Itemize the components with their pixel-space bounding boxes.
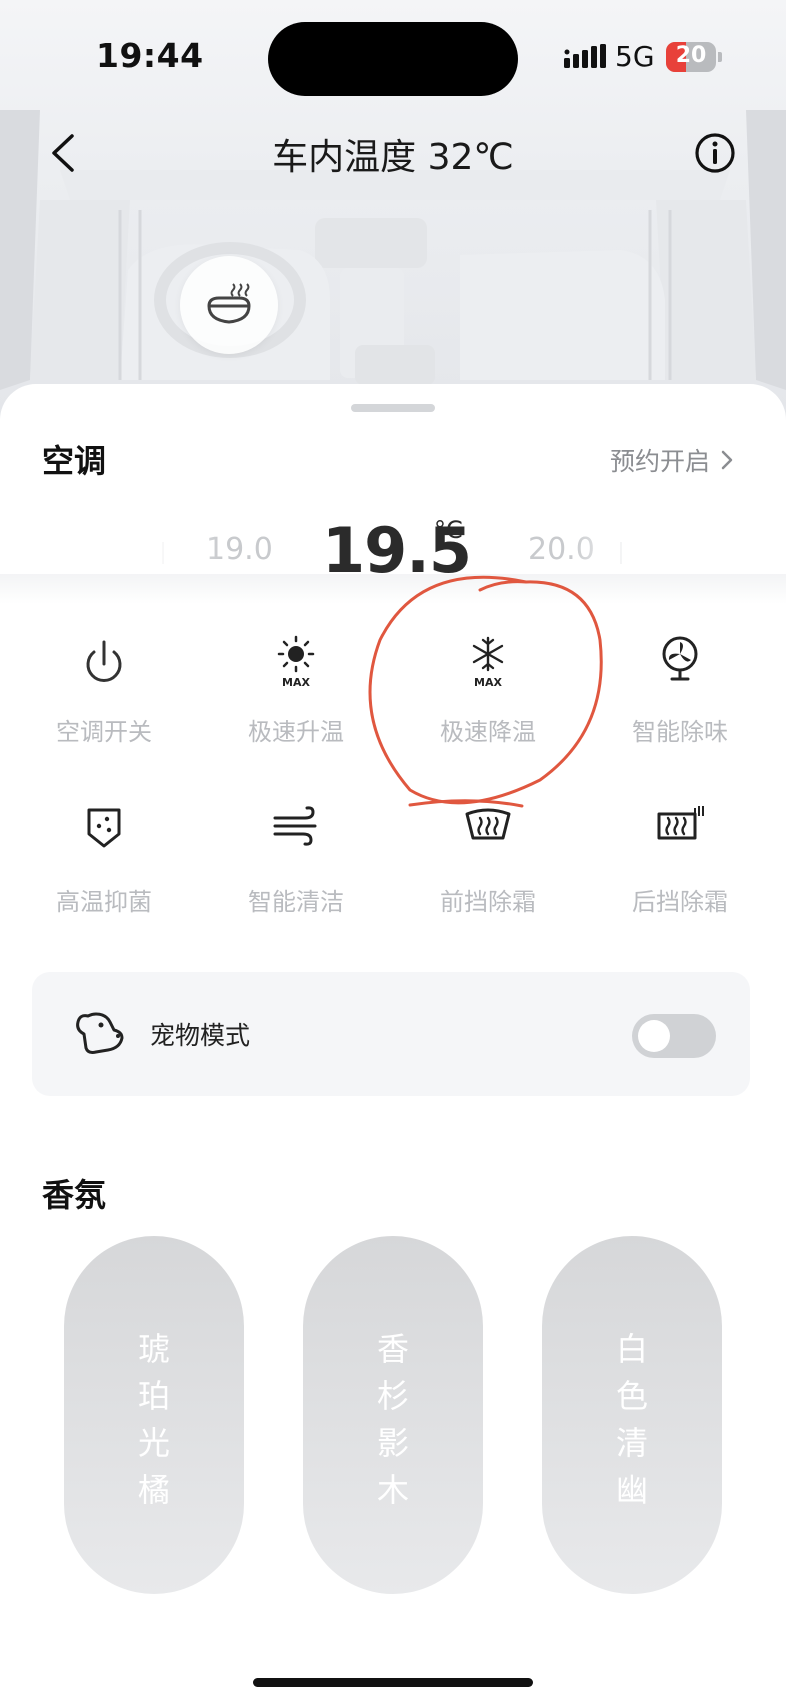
rear-defrost-icon bbox=[657, 806, 704, 840]
svg-text:MAX: MAX bbox=[474, 676, 502, 689]
fragrance-card-2[interactable]: 香杉影木 bbox=[303, 1236, 483, 1594]
fan-icon bbox=[662, 636, 698, 681]
front-defrost-icon bbox=[465, 808, 511, 840]
front-defrost-button[interactable]: 前挡除霜 bbox=[392, 804, 584, 944]
battery-icon: 20 bbox=[666, 42, 716, 72]
climate-section-title: 空调 bbox=[42, 442, 107, 480]
smart-clean-button[interactable]: 智能清洁 bbox=[200, 804, 392, 944]
seat-heat-button[interactable] bbox=[180, 256, 278, 354]
toggle-knob bbox=[638, 1020, 670, 1052]
rapid-cool-button[interactable]: MAX 极速降温 bbox=[392, 634, 584, 774]
pet-mode-toggle[interactable] bbox=[632, 1014, 716, 1058]
ac-power-button[interactable]: 空调开关 bbox=[8, 634, 200, 774]
function-label: 极速升温 bbox=[248, 718, 344, 746]
shield-dots-icon bbox=[87, 808, 121, 848]
fragrance-section-title: 香氛 bbox=[42, 1176, 107, 1214]
car-interior-hero: 19:44 5G 20 车内温度 32℃ bbox=[0, 0, 786, 420]
chevron-right-icon bbox=[721, 450, 733, 470]
seat-heat-icon bbox=[207, 283, 251, 324]
snowflake-max-icon: MAX bbox=[472, 636, 504, 689]
home-indicator[interactable] bbox=[253, 1678, 533, 1687]
battery-level: 20 bbox=[675, 43, 707, 68]
function-label: 极速降温 bbox=[440, 718, 536, 746]
climate-panel: 空调 预约开启 19.0 19.5 °C 20.0 空调开关 MAX 极速升温 … bbox=[0, 384, 786, 1704]
dynamic-island bbox=[268, 22, 518, 96]
info-button[interactable] bbox=[690, 128, 740, 178]
network-type: 5G bbox=[615, 40, 655, 73]
rapid-heat-button[interactable]: MAX 极速升温 bbox=[200, 634, 392, 774]
function-label: 前挡除霜 bbox=[440, 888, 536, 916]
sterilize-button[interactable]: 高温抑菌 bbox=[8, 804, 200, 944]
temp-divider-shade bbox=[0, 574, 786, 604]
nav-bar: 车内温度 32℃ bbox=[0, 118, 786, 188]
page-title: 车内温度 32℃ bbox=[272, 137, 514, 178]
function-label: 后挡除霜 bbox=[632, 888, 728, 916]
schedule-button[interactable]: 预约开启 bbox=[610, 442, 734, 478]
dog-icon bbox=[76, 1012, 124, 1054]
fragrance-label: 琥珀光橘 bbox=[137, 1330, 170, 1509]
drag-handle[interactable] bbox=[351, 404, 435, 412]
info-icon bbox=[695, 133, 735, 173]
fragrance-label: 白色清幽 bbox=[615, 1330, 648, 1509]
status-bar: 19:44 5G 20 bbox=[0, 0, 786, 110]
function-label: 智能除味 bbox=[632, 718, 728, 746]
signal-icon bbox=[564, 44, 606, 68]
function-label: 空调开关 bbox=[56, 718, 152, 746]
battery-tip bbox=[718, 52, 722, 62]
status-time: 19:44 bbox=[96, 36, 204, 75]
power-icon bbox=[86, 640, 122, 682]
pet-mode-card: 宠物模式 bbox=[32, 972, 750, 1096]
function-label: 高温抑菌 bbox=[56, 888, 152, 916]
smart-deodorize-button[interactable]: 智能除味 bbox=[584, 634, 776, 774]
fragrance-card-1[interactable]: 琥珀光橘 bbox=[64, 1236, 244, 1594]
wind-icon bbox=[273, 806, 317, 846]
temp-unit: °C bbox=[434, 516, 463, 544]
function-label: 智能清洁 bbox=[248, 888, 344, 916]
fragrance-card-3[interactable]: 白色清幽 bbox=[542, 1236, 722, 1594]
schedule-label: 预约开启 bbox=[609, 447, 710, 476]
pet-mode-label: 宠物模式 bbox=[150, 1021, 251, 1050]
svg-text:MAX: MAX bbox=[282, 676, 310, 689]
rear-defrost-button[interactable]: 后挡除霜 bbox=[584, 804, 776, 944]
sun-max-icon: MAX bbox=[277, 635, 315, 689]
fragrance-label: 香杉影木 bbox=[376, 1330, 409, 1509]
